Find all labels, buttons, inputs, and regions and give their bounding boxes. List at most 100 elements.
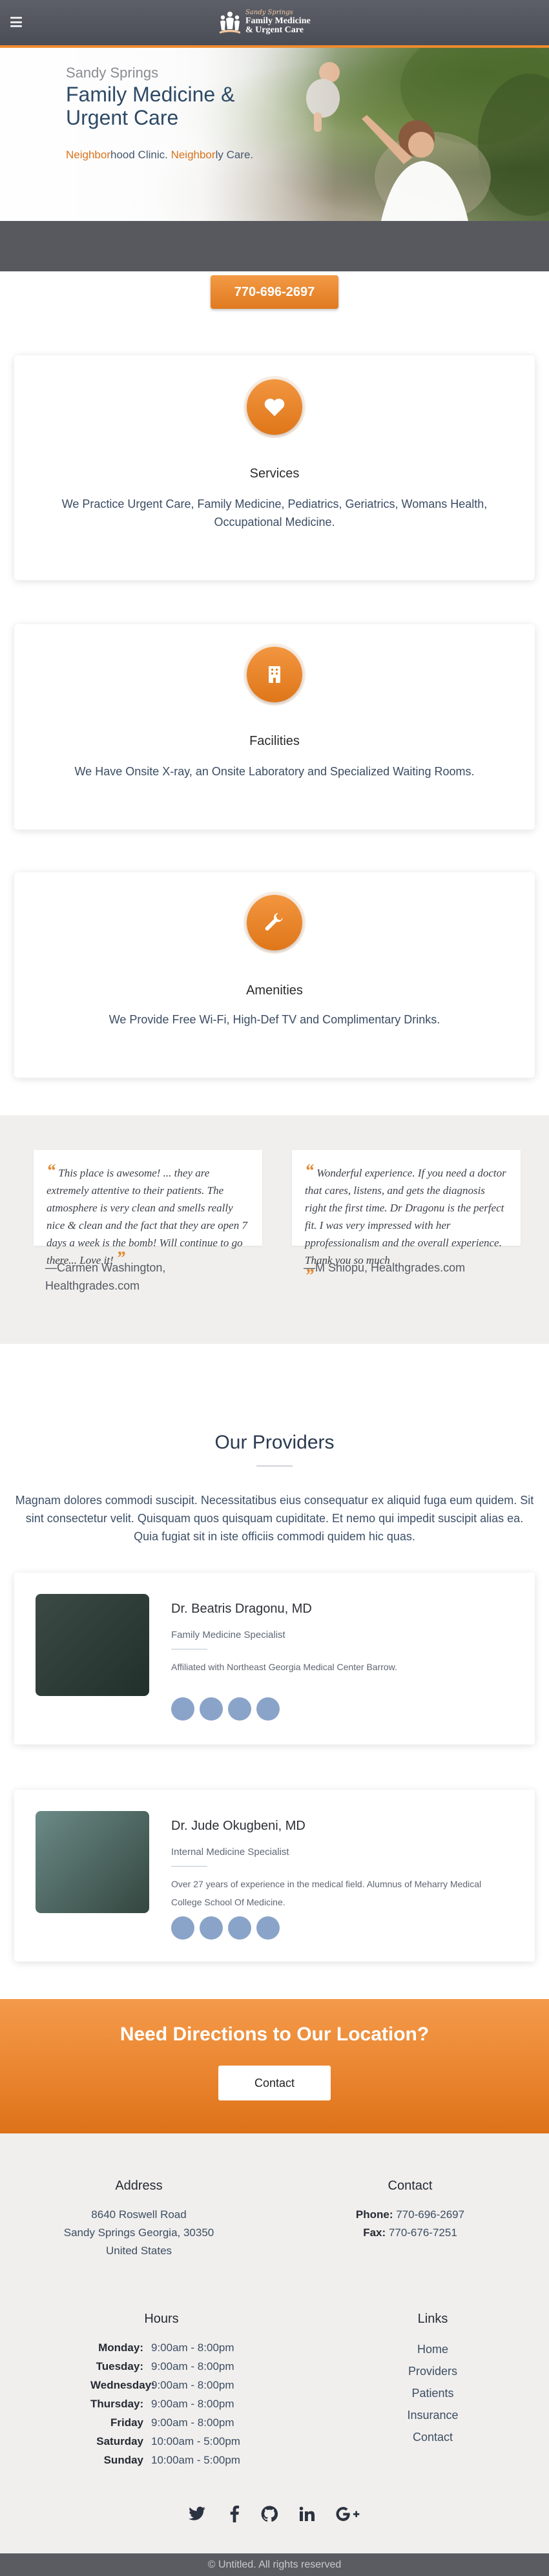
hours-row: Saturday 10:00am - 5:00pm xyxy=(90,2435,284,2448)
address-line: 8640 Roswell Road xyxy=(91,2208,187,2221)
hours-heading: Hours xyxy=(144,2312,179,2326)
fax-label: Fax: xyxy=(363,2226,386,2239)
feature-card-services: Services We Practice Urgent Care, Family… xyxy=(14,355,535,580)
fax-value: 770-676-7251 xyxy=(386,2226,457,2239)
address-line: Sandy Springs Georgia, 30350 xyxy=(63,2226,214,2239)
testimonial-quote-text: This place is awesome! ... they are extr… xyxy=(47,1167,247,1266)
tagline-plain-2: ly Care. xyxy=(215,149,254,161)
footer-link-patients[interactable]: Patients xyxy=(368,2387,497,2400)
social-link-icon[interactable] xyxy=(200,1916,223,1940)
provider-photo xyxy=(36,1811,149,1913)
tagline-plain-1: hood Clinic. xyxy=(110,149,171,161)
phone-label: Phone: xyxy=(355,2208,393,2221)
google-plus-icon[interactable] xyxy=(335,2504,360,2524)
hours-day: Sunday xyxy=(103,2454,143,2466)
logo-line-2: & Urgent Care xyxy=(245,25,304,36)
social-link-icon[interactable] xyxy=(200,1697,223,1721)
provider-name: Dr. Jude Okugbeni, MD xyxy=(171,1819,306,1833)
provider-role: Internal Medicine Specialist xyxy=(171,1847,289,1858)
hours-time: 9:00am - 8:00pm xyxy=(151,2379,234,2391)
testimonials-section: “ This place is awesome! ... they are ex… xyxy=(0,1115,549,1344)
hours-day: Saturday xyxy=(96,2435,143,2447)
heart-icon xyxy=(243,376,306,438)
footer-link-insurance[interactable]: Insurance xyxy=(368,2409,497,2422)
hours-day: Thursday: xyxy=(90,2398,144,2410)
linkedin-icon[interactable] xyxy=(297,2504,316,2524)
address-line: United States xyxy=(105,2245,172,2257)
hero-kicker: Sandy Springs xyxy=(66,65,159,81)
top-navbar: Sandy Springs Family Medicine & Urgent C… xyxy=(0,0,549,48)
social-link-icon[interactable] xyxy=(256,1697,280,1721)
contact-heading: Contact xyxy=(388,2179,433,2193)
hours-time: 9:00am - 8:00pm xyxy=(151,2398,234,2410)
feature-title: Amenities xyxy=(246,983,303,998)
provider-photo xyxy=(36,1594,149,1696)
site-logo[interactable]: Sandy Springs Family Medicine & Urgent C… xyxy=(218,5,335,40)
contact-phone[interactable]: Phone: 770-696-2697 xyxy=(307,2208,513,2221)
feature-card-facilities: Facilities We Have Onsite X-ray, an Onsi… xyxy=(14,624,535,830)
contact-fax: Fax: 770-676-7251 xyxy=(307,2226,513,2239)
provider-role: Family Medicine Specialist xyxy=(171,1629,285,1640)
phone-value: 770-696-2697 xyxy=(393,2208,465,2221)
hours-day: Monday: xyxy=(98,2341,143,2354)
logo-line-1: Family Medicine xyxy=(245,16,311,26)
footer-link-providers[interactable]: Providers xyxy=(368,2365,497,2378)
building-icon xyxy=(243,644,306,706)
hours-time: 10:00am - 5:00pm xyxy=(151,2454,240,2466)
hours-time: 10:00am - 5:00pm xyxy=(151,2435,240,2447)
social-link-icon[interactable] xyxy=(228,1697,251,1721)
feature-text: We Provide Free Wi-Fi, High-Def TV and C… xyxy=(109,1013,440,1026)
testimonial-card: “ Wonderful experience. If you need a do… xyxy=(292,1150,521,1285)
tagline-accent-1: Neighbor xyxy=(66,149,110,161)
address-heading: Address xyxy=(115,2179,163,2193)
feature-text: We Have Onsite X-ray, an Onsite Laborato… xyxy=(74,765,475,778)
provider-card: Dr. Beatris Dragonu, MD Family Medicine … xyxy=(14,1573,535,1744)
provider-bio: Affiliated with Northeast Georgia Medica… xyxy=(171,1662,397,1672)
hours-row: Sunday 10:00am - 5:00pm xyxy=(90,2454,284,2467)
hours-day: Tuesday: xyxy=(96,2360,143,2372)
open-quote-icon: “ xyxy=(305,1161,314,1181)
feature-title: Services xyxy=(249,466,300,481)
hours-row: Thursday: 9:00am - 8:00pm xyxy=(90,2398,284,2411)
social-link-icon[interactable] xyxy=(228,1916,251,1940)
contact-button[interactable]: Contact xyxy=(218,2066,331,2100)
social-link-icon[interactable] xyxy=(256,1916,280,1940)
hours-row: Friday 9:00am - 8:00pm xyxy=(90,2416,284,2429)
logo-script-text: Sandy Springs xyxy=(245,9,293,17)
providers-intro: Magnam dolores commodi suscipit. Necessi… xyxy=(15,1494,534,1543)
family-logo-icon xyxy=(220,12,240,34)
title-divider xyxy=(256,1465,293,1467)
hours-day: Wednesday: xyxy=(90,2379,155,2391)
hours-time: 9:00am - 8:00pm xyxy=(151,2341,234,2354)
links-heading: Links xyxy=(417,2312,448,2326)
copyright-bar: © Untitled. All rights reserved xyxy=(0,2553,549,2576)
provider-card: Dr. Jude Okugbeni, MD Internal Medicine … xyxy=(14,1790,535,1962)
call-phone-button[interactable]: 770-696-2697 xyxy=(211,275,338,309)
feature-card-amenities: Amenities We Provide Free Wi-Fi, High-De… xyxy=(14,872,535,1078)
footer-link-contact[interactable]: Contact xyxy=(368,2431,497,2444)
github-icon[interactable] xyxy=(260,2504,279,2524)
hours-row: Tuesday: 9:00am - 8:00pm xyxy=(90,2360,284,2373)
provider-bio: Over 27 years of experience in the medic… xyxy=(171,1879,482,1907)
testimonial-author: —M Shiopu, Healthgrades.com xyxy=(304,1261,466,1274)
feature-title: Facilities xyxy=(249,734,300,748)
open-quote-icon: “ xyxy=(47,1161,56,1181)
call-band xyxy=(0,221,549,271)
footer-link-home[interactable]: Home xyxy=(368,2343,497,2356)
provider-divider xyxy=(171,1866,207,1867)
hours-row: Wednesday:9:00am - 8:00pm xyxy=(90,2379,284,2392)
hamburger-menu-icon[interactable] xyxy=(10,17,22,27)
facebook-icon[interactable] xyxy=(225,2504,244,2524)
social-link-icon[interactable] xyxy=(171,1916,194,1940)
hero-fade-overlay xyxy=(0,48,336,221)
testimonial-author: —Carmen Washington, Healthgrades.com xyxy=(45,1261,166,1292)
feature-text: We Practice Urgent Care, Family Medicine… xyxy=(61,497,488,529)
twitter-icon[interactable] xyxy=(187,2504,207,2524)
hours-time: 9:00am - 8:00pm xyxy=(151,2360,234,2372)
social-link-icon[interactable] xyxy=(171,1697,194,1721)
tagline-accent-2: Neighbor xyxy=(171,149,216,161)
hours-row: Monday: 9:00am - 8:00pm xyxy=(90,2341,284,2354)
hero-title: Family Medicine & Urgent Care xyxy=(66,83,235,129)
testimonial-quote-text: Wonderful experience. If you need a doct… xyxy=(305,1167,506,1266)
hours-day: Friday xyxy=(110,2416,143,2429)
